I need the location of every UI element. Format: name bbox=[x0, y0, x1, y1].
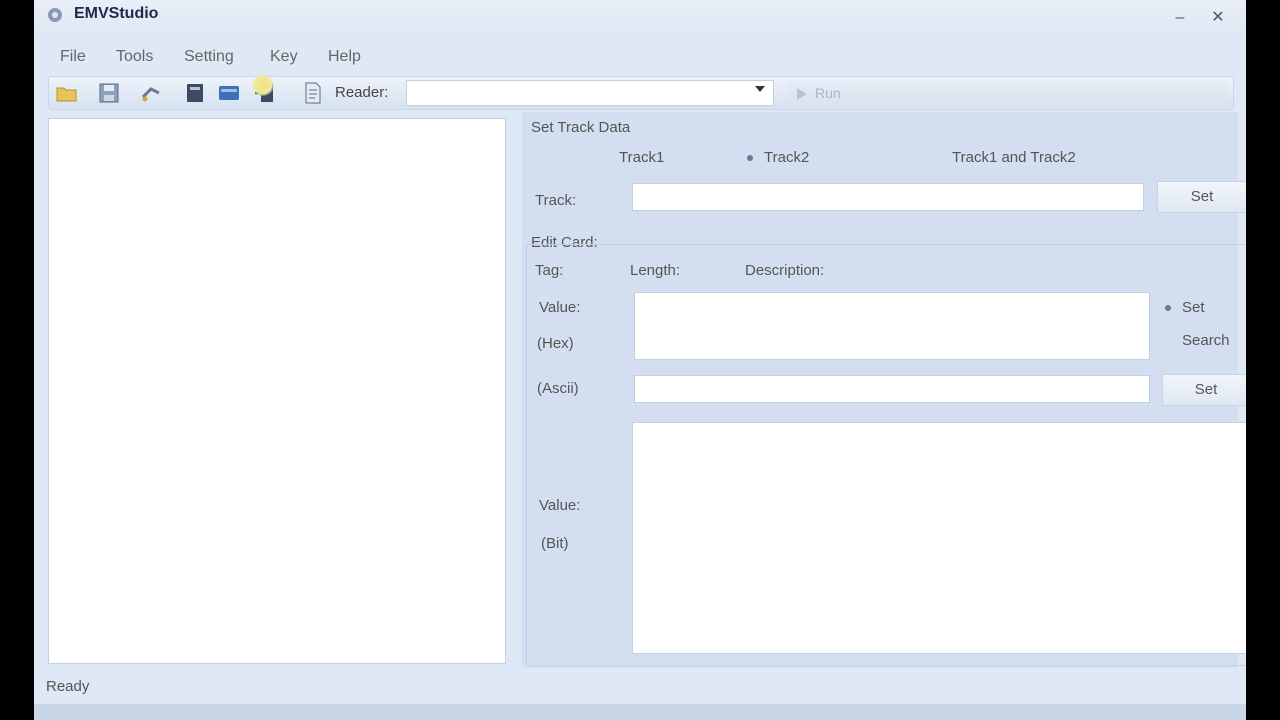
close-button[interactable]: ✕ bbox=[1208, 8, 1228, 28]
ascii-set-button[interactable]: Set bbox=[1162, 374, 1246, 406]
hex-value-textarea[interactable] bbox=[634, 292, 1150, 360]
hex-label: (Hex) bbox=[537, 335, 574, 352]
emvstudio-window: EMVStudio – ✕ File Tools Setting Key Hel… bbox=[34, 0, 1246, 720]
menu-key[interactable]: Key bbox=[270, 48, 298, 66]
radio-selected-dot bbox=[747, 155, 753, 161]
bit-label: (Bit) bbox=[541, 535, 569, 552]
reader-select[interactable] bbox=[406, 80, 774, 106]
chevron-down-icon[interactable] bbox=[755, 86, 765, 92]
track-label: Track: bbox=[535, 192, 577, 209]
bit-value-textarea[interactable] bbox=[632, 422, 1246, 654]
run-button[interactable]: Run bbox=[787, 81, 1227, 105]
connect-icon[interactable] bbox=[139, 81, 163, 105]
track-set-button[interactable]: Set bbox=[1157, 181, 1246, 213]
radio-track2[interactable] bbox=[744, 152, 756, 164]
radio-search[interactable] bbox=[1162, 335, 1174, 347]
length-label: Length: bbox=[630, 262, 681, 279]
radio-track1-and-track2[interactable] bbox=[936, 152, 948, 164]
radio-selected-dot bbox=[1165, 305, 1171, 311]
ascii-label: (Ascii) bbox=[537, 380, 579, 397]
mouse-cursor-highlight bbox=[252, 74, 274, 96]
radio-search-label: Search bbox=[1182, 332, 1230, 349]
radio-track2-label: Track2 bbox=[764, 149, 810, 166]
title-bar: EMVStudio – ✕ bbox=[34, 0, 1246, 34]
card-book-icon[interactable] bbox=[183, 81, 207, 105]
value-label: Value: bbox=[539, 299, 581, 316]
window-title: EMVStudio bbox=[74, 5, 159, 22]
description-label: Description: bbox=[745, 262, 825, 279]
menu-help[interactable]: Help bbox=[328, 48, 361, 66]
card-reader-icon[interactable] bbox=[217, 81, 241, 105]
toolbar: Reader: Run bbox=[48, 76, 1234, 110]
menu-tools[interactable]: Tools bbox=[116, 48, 153, 66]
card-data-tree[interactable] bbox=[48, 118, 506, 664]
save-icon[interactable] bbox=[97, 81, 121, 105]
tag-label: Tag: bbox=[535, 262, 564, 279]
ascii-value-input[interactable] bbox=[634, 375, 1150, 403]
app-logo-icon bbox=[48, 8, 62, 22]
radio-track1-and-track2-label: Track1 and Track2 bbox=[952, 149, 1076, 166]
radio-track1-label: Track1 bbox=[619, 149, 665, 166]
radio-set[interactable] bbox=[1162, 302, 1174, 314]
bit-value-label: Value: bbox=[539, 497, 581, 514]
right-panel: Set Track Data Track1 Track2 Track1 and … bbox=[522, 112, 1246, 668]
open-folder-icon[interactable] bbox=[55, 81, 79, 105]
play-icon bbox=[797, 88, 807, 100]
radio-track1[interactable] bbox=[602, 152, 614, 164]
menu-file[interactable]: File bbox=[60, 48, 86, 66]
menu-bar: File Tools Setting Key Help bbox=[34, 42, 1246, 72]
track-section-title: Set Track Data bbox=[531, 119, 631, 136]
reader-label: Reader: bbox=[335, 84, 389, 101]
status-bar: Ready bbox=[34, 672, 1246, 702]
menu-setting[interactable]: Setting bbox=[184, 48, 234, 66]
bottom-strip bbox=[34, 704, 1246, 720]
minimize-button[interactable]: – bbox=[1170, 8, 1190, 28]
script-document-icon[interactable] bbox=[301, 81, 325, 105]
radio-set-label: Set bbox=[1182, 299, 1205, 316]
status-text: Ready bbox=[46, 678, 90, 695]
track-input[interactable] bbox=[632, 183, 1144, 211]
run-button-label: Run bbox=[815, 85, 841, 101]
